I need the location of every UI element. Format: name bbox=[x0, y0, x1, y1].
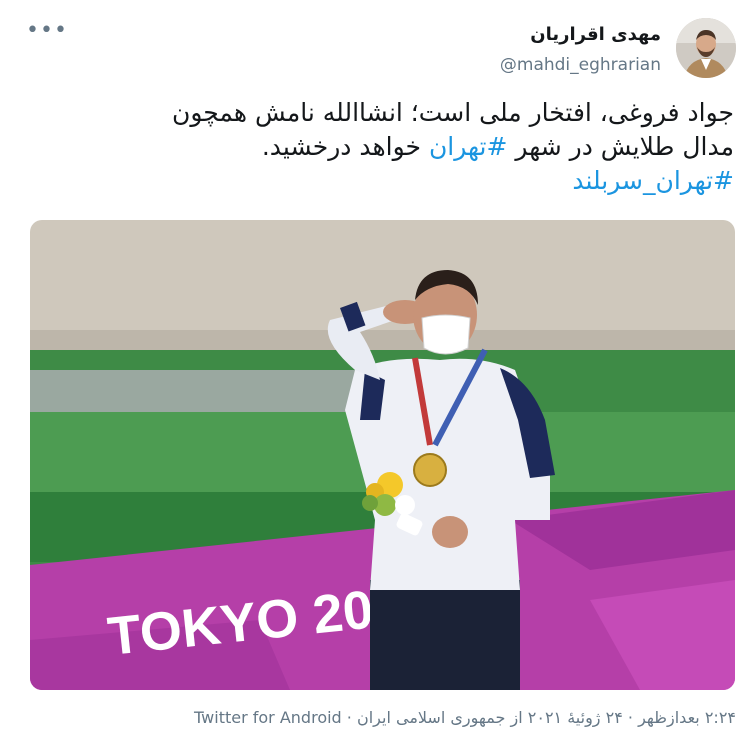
tweet-metadata: ۲:۲۴ بعدازظهر · ۲۴ ژوئیهٔ ۲۰۲۱ از جمهوری… bbox=[194, 708, 736, 727]
meta-separator: · bbox=[341, 708, 357, 727]
hashtag-tehran[interactable]: #تهران bbox=[429, 132, 508, 161]
avatar[interactable] bbox=[676, 18, 736, 78]
olympic-podium-photo: TOKYO 2020 bbox=[30, 220, 735, 690]
tweet-text: جواد فروغی، افتخار ملی است؛ انشاالله نام… bbox=[22, 96, 734, 198]
hashtag-tehran-sarboland[interactable]: #تهران_سربلند bbox=[572, 166, 734, 195]
tweet-line-2-end: خواهد درخشید. bbox=[261, 132, 429, 161]
display-name[interactable]: مهدی اقراریان bbox=[500, 22, 661, 48]
avatar-photo-icon bbox=[676, 18, 736, 78]
meta-separator: · bbox=[622, 708, 639, 727]
user-handle[interactable]: @mahdi_eghrarian bbox=[500, 52, 661, 78]
tweet-line-3: #تهران_سربلند bbox=[22, 164, 734, 198]
tweet-line-2-start: مدال طلایش در شهر bbox=[507, 132, 734, 161]
tweet-date-location[interactable]: ۲۴ ژوئیهٔ ۲۰۲۱ از جمهوری اسلامی ایران bbox=[357, 708, 623, 727]
tweet-photo[interactable]: TOKYO 2020 bbox=[30, 220, 735, 690]
user-names: مهدی اقراریان @mahdi_eghrarian bbox=[500, 22, 661, 78]
tweet-line-1: جواد فروغی، افتخار ملی است؛ انشاالله نام… bbox=[172, 98, 734, 127]
tweet-line-2: مدال طلایش در شهر #تهران خواهد درخشید. bbox=[22, 130, 734, 164]
tweet-time[interactable]: ۲:۲۴ بعدازظهر bbox=[638, 708, 736, 727]
tweet-client[interactable]: Twitter for Android bbox=[194, 708, 342, 727]
more-options-icon[interactable]: ••• bbox=[26, 20, 68, 42]
tweet-card: ••• مهدی اقراریان @mahdi_eghrarian جواد … bbox=[0, 0, 756, 740]
